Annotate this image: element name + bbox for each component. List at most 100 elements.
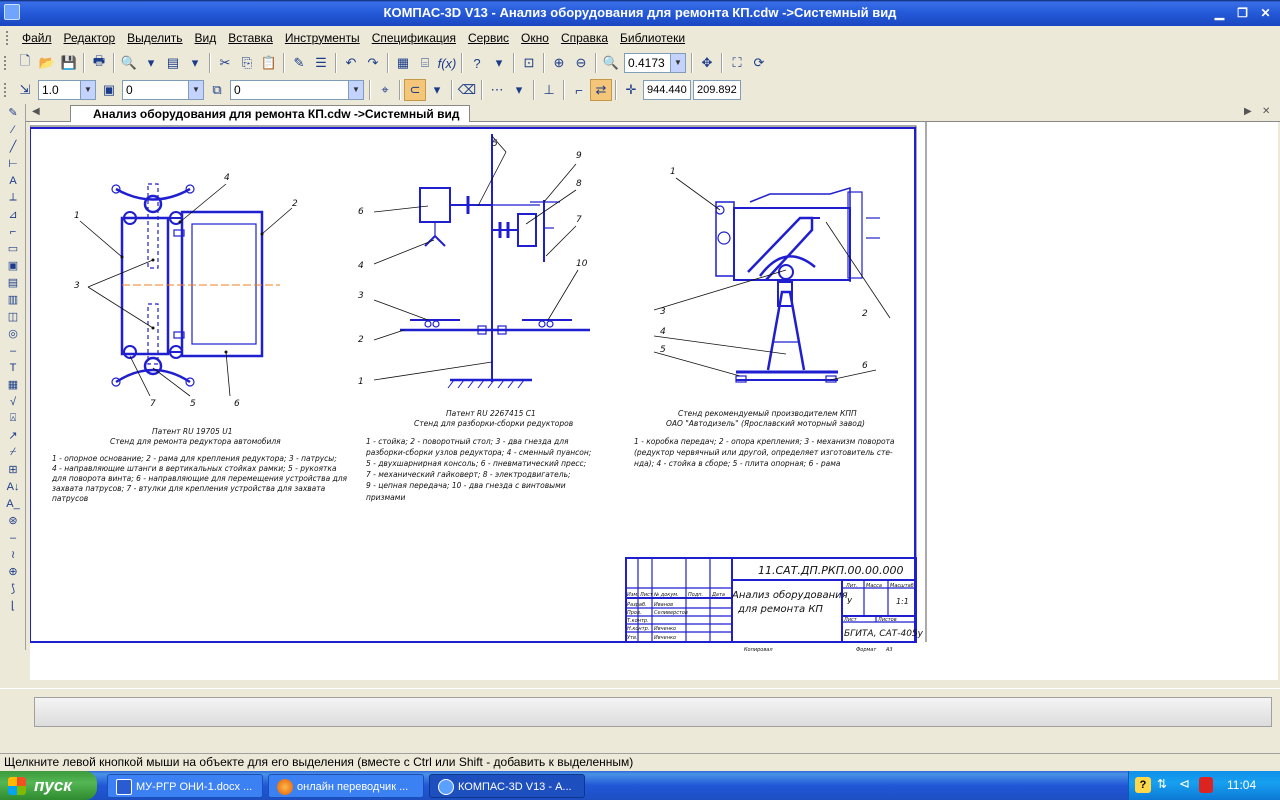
roughness-icon[interactable]: √ xyxy=(2,393,24,410)
help-tray-icon[interactable]: ? xyxy=(1135,777,1151,793)
leader-icon[interactable]: ⌿ xyxy=(2,444,24,461)
base-icon[interactable]: ⍓ xyxy=(2,410,24,427)
chevron-down-icon[interactable]: ▼ xyxy=(670,54,685,72)
back-tray-icon[interactable]: ⊲ xyxy=(1179,776,1190,792)
network-tray-icon[interactable]: ⇅ xyxy=(1157,777,1167,791)
drawing-canvas[interactable]: 1 2 3 4 5 6 7 1 2 3 4 5 6 7 8 9 10 1 2 3… xyxy=(30,122,1278,680)
menu-specification[interactable]: Спецификация xyxy=(366,31,462,45)
layer-combo[interactable]: 0 ▼ xyxy=(122,80,204,100)
reports-icon[interactable]: ▥ xyxy=(2,291,24,308)
zoom-combo[interactable]: 0.4173 ▼ xyxy=(624,53,686,73)
style-combo[interactable]: 0 ▼ xyxy=(230,80,364,100)
tree-icon[interactable]: ▦ xyxy=(392,52,414,74)
round-icon[interactable]: ⇄ xyxy=(590,79,612,101)
table-icon[interactable]: ▦ xyxy=(2,376,24,393)
task-word[interactable]: МУ-РГР ОНИ-1.docx ... xyxy=(107,774,263,798)
properties-icon[interactable]: ✎ xyxy=(288,52,310,74)
tab-close-icon[interactable]: ✕ xyxy=(1262,106,1270,117)
coord-x-field[interactable]: 944.440 xyxy=(643,80,691,100)
ortho-icon[interactable]: ⌐ xyxy=(568,79,590,101)
designation-icon[interactable]: A xyxy=(2,172,24,189)
redo-icon[interactable]: ↷ xyxy=(362,52,384,74)
scale-combo[interactable]: 1.0 ▼ xyxy=(38,80,96,100)
start-button[interactable]: пуск xyxy=(0,771,97,800)
tab-left-icon[interactable]: ◀ xyxy=(32,106,40,117)
measure-icon[interactable]: ⌐ xyxy=(2,223,24,240)
menu-help[interactable]: Справка xyxy=(555,31,614,45)
segment-icon[interactable]: ╱ xyxy=(2,138,24,155)
chevron-down-icon[interactable]: ▼ xyxy=(188,81,203,99)
menu-edit[interactable]: Редактор xyxy=(58,31,122,45)
restore-button[interactable]: ❐ xyxy=(1232,4,1253,22)
new-document-icon[interactable]: 🗋 xyxy=(14,52,36,74)
open-icon[interactable]: 📂 xyxy=(36,52,58,74)
fx-icon[interactable]: f(x) xyxy=(436,52,458,74)
grid-icon[interactable]: ⋯ xyxy=(486,79,508,101)
menu-select[interactable]: Выделить xyxy=(121,31,188,45)
zoom-in-icon[interactable]: ⊕ xyxy=(548,52,570,74)
zoom-scale-icon[interactable]: 🔍 xyxy=(600,52,622,74)
text-icon[interactable]: T xyxy=(2,359,24,376)
save-icon[interactable]: 💾 xyxy=(58,52,80,74)
horizontal-scrollbar[interactable] xyxy=(26,680,1280,688)
manager-icon[interactable]: ▤ xyxy=(162,52,184,74)
chevron-down-icon[interactable]: ▼ xyxy=(348,81,363,99)
menu-window[interactable]: Окно xyxy=(515,31,555,45)
target-icon[interactable]: ⊕ xyxy=(2,563,24,580)
copy-icon[interactable]: ⎘ xyxy=(236,52,258,74)
menu-grip[interactable] xyxy=(6,31,10,45)
snap-icon[interactable]: ⊂ xyxy=(404,79,426,101)
toolbar-grip[interactable] xyxy=(4,56,8,70)
preview-icon[interactable]: 🔍 xyxy=(118,52,140,74)
edit-icon[interactable]: ⟂ xyxy=(2,189,24,206)
insert-icon[interactable]: ◫ xyxy=(2,308,24,325)
minimize-button[interactable]: ▁ xyxy=(1209,4,1230,22)
task-kompas[interactable]: КОМПАС-3D V13 - А... xyxy=(429,774,585,798)
menu-libraries[interactable]: Библиотеки xyxy=(614,31,691,45)
select-icon[interactable]: ▭ xyxy=(2,240,24,257)
filter-icon[interactable]: ⌖ xyxy=(374,79,396,101)
view-arrow-icon[interactable]: A↓ xyxy=(2,478,24,495)
variables-icon[interactable]: ⌸ xyxy=(414,52,436,74)
paste-icon[interactable]: 📋 xyxy=(258,52,280,74)
preview-dropdown-icon[interactable]: ▾ xyxy=(140,52,162,74)
document-tab[interactable]: Анализ оборудования для ремонта КП.cdw -… xyxy=(70,105,471,122)
zoom-out-icon[interactable]: ⊖ xyxy=(570,52,592,74)
task-browser[interactable]: онлайн переводчик ... xyxy=(268,774,424,798)
menu-file[interactable]: Файл xyxy=(16,31,58,45)
hatch-icon[interactable]: ⌊ xyxy=(2,597,24,614)
undo-icon[interactable]: ↶ xyxy=(340,52,362,74)
close-button[interactable]: ✕ xyxy=(1255,4,1276,22)
shield-icon[interactable] xyxy=(1199,777,1213,793)
dimension-icon[interactable]: ⊢ xyxy=(2,155,24,172)
show-all-icon[interactable]: ⛶ xyxy=(726,52,748,74)
property-panel-area[interactable] xyxy=(34,697,1272,727)
window-titlebar[interactable]: КОМПАС-3D V13 - Анализ оборудования для … xyxy=(0,0,1280,26)
manager-dropdown-icon[interactable]: ▾ xyxy=(184,52,206,74)
coord-y-field[interactable]: 209.892 xyxy=(693,80,741,100)
help-pointer-icon[interactable]: ? xyxy=(466,52,488,74)
tolerance-icon[interactable]: ⊞ xyxy=(2,461,24,478)
cut-icon[interactable]: ✂ xyxy=(214,52,236,74)
refresh-icon[interactable]: ⟳ xyxy=(748,52,770,74)
point-icon[interactable]: ⁄ xyxy=(2,121,24,138)
grid-dropdown-icon[interactable]: ▾ xyxy=(508,79,530,101)
spec-icon[interactable]: ▤ xyxy=(2,274,24,291)
param-icon[interactable]: ⊿ xyxy=(2,206,24,223)
associative-icon[interactable]: ▣ xyxy=(2,257,24,274)
pan-icon[interactable]: ✥ xyxy=(696,52,718,74)
menu-view[interactable]: Вид xyxy=(189,31,223,45)
toolbar-grip[interactable] xyxy=(4,83,8,97)
node-icon[interactable]: ⊛ xyxy=(2,512,24,529)
print-icon[interactable]: 🖶 xyxy=(88,52,110,74)
eraser-icon[interactable]: ⌫ xyxy=(456,79,478,101)
clock[interactable]: 11:04 xyxy=(1227,778,1256,792)
zoom-window-icon[interactable]: ⊡ xyxy=(518,52,540,74)
chevron-down-icon[interactable]: ▼ xyxy=(80,81,95,99)
wave-icon[interactable]: ≀ xyxy=(2,546,24,563)
geometry-icon[interactable]: ✎ xyxy=(2,104,24,121)
snap-dropdown-icon[interactable]: ▾ xyxy=(426,79,448,101)
menu-service[interactable]: Сервис xyxy=(462,31,515,45)
list-icon[interactable]: ☰ xyxy=(310,52,332,74)
local-cs-icon[interactable]: ⊥ xyxy=(538,79,560,101)
